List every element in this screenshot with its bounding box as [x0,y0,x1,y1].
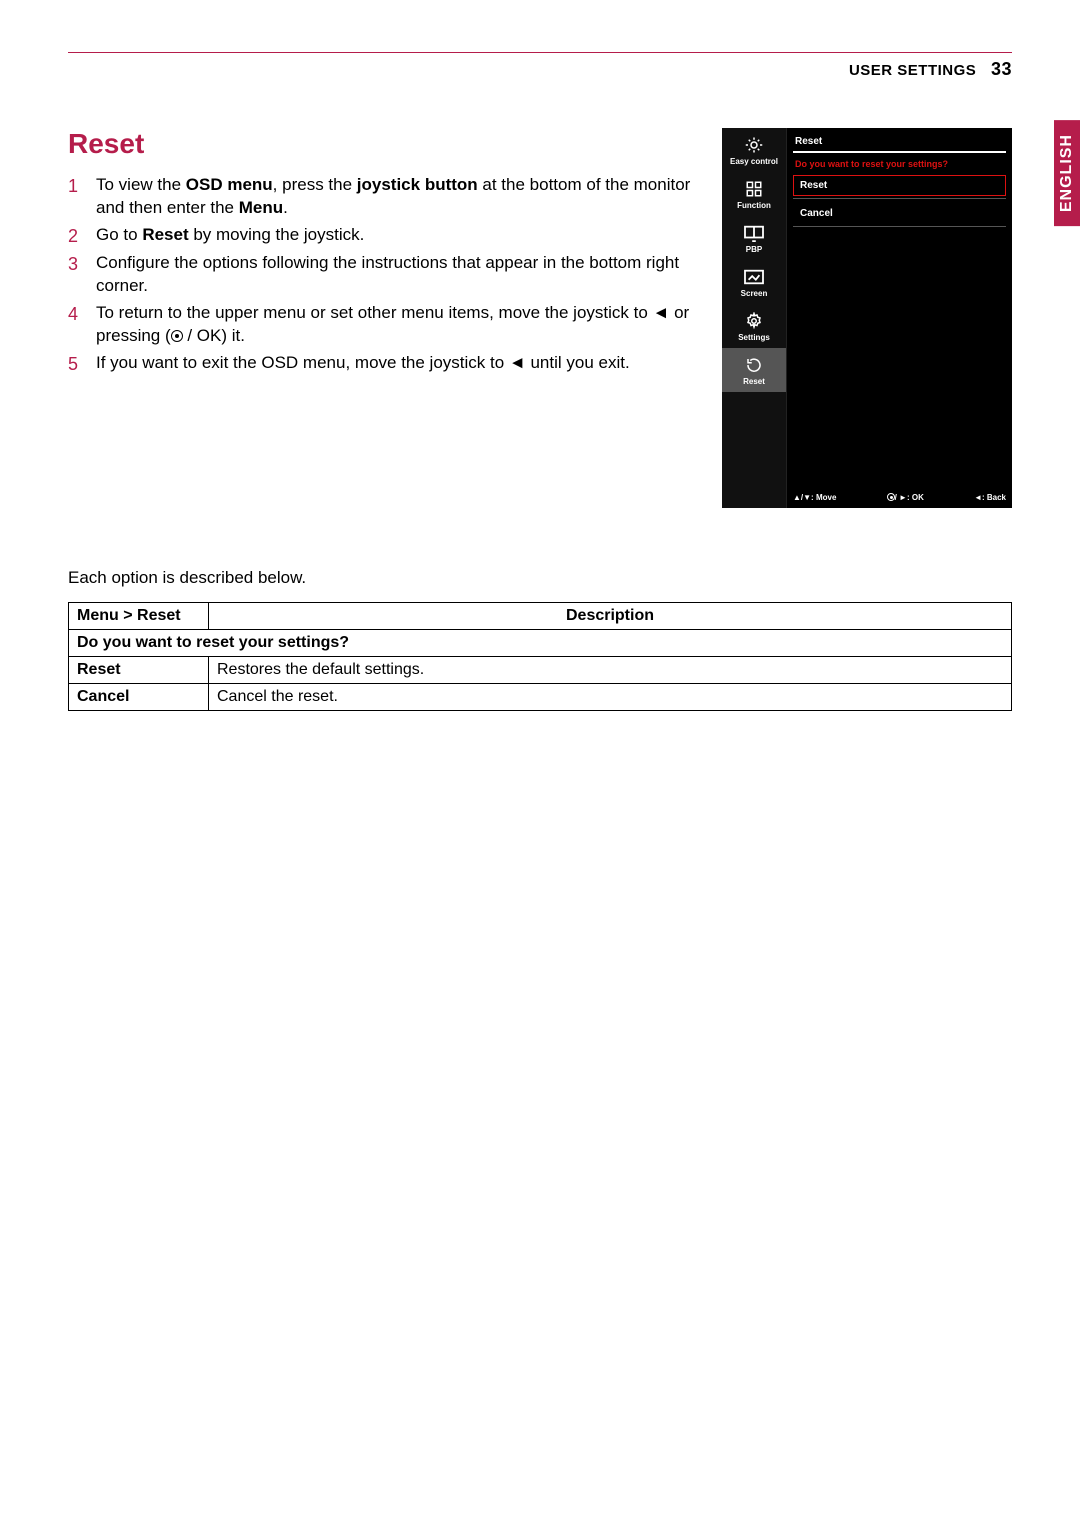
osd-footer-hints: ▲/▼: Move / ►: OK ◄: Back [793,493,1006,502]
monitor-split-icon [743,224,765,242]
step-number: 5 [68,352,82,376]
joystick-press-icon [887,493,895,501]
osd-side-settings[interactable]: Settings [722,304,786,348]
grid-icon [743,180,765,198]
osd-hint-ok: / ►: OK [887,493,924,502]
osd-hint-move: ▲/▼: Move [793,493,836,502]
option-desc: Restores the default settings. [209,657,1012,684]
left-arrow-icon: ◄ [653,303,670,322]
table-header-row: Menu > Reset Description [69,603,1012,630]
osd-option-reset[interactable]: Reset [793,175,1006,196]
left-arrow-icon: ◄ [509,353,526,372]
osd-question: Do you want to reset your settings? [793,153,1006,175]
osd-side-reset[interactable]: Reset [722,348,786,392]
step-number: 1 [68,174,82,198]
osd-separator [793,198,1006,199]
step-text: To view the OSD menu, press the joystick… [96,174,702,220]
osd-separator [793,226,1006,227]
col-menu: Menu > Reset [69,603,209,630]
step-4: 4 To return to the upper menu or set oth… [68,302,702,348]
step-5: 5 If you want to exit the OSD menu, move… [68,352,702,376]
gear-icon [743,312,765,330]
running-header: USER SETTINGS 33 [68,59,1012,80]
picture-icon [743,268,765,286]
section-name: USER SETTINGS [849,62,976,79]
osd-option-cancel[interactable]: Cancel [793,203,1006,224]
header-rule [68,52,1012,53]
col-description: Description [209,603,1012,630]
table-row: Reset Restores the default settings. [69,657,1012,684]
osd-side-function[interactable]: Function [722,172,786,216]
step-number: 4 [68,302,82,326]
osd-body: Easy control Function PBP Screen [722,128,1012,508]
table-row: Cancel Cancel the reset. [69,684,1012,711]
content-row: Reset 1 To view the OSD menu, press the … [68,128,1012,508]
joystick-press-icon [171,330,183,342]
section-title: Reset [68,128,702,160]
steps-list: 1 To view the OSD menu, press the joysti… [68,174,702,376]
osd-side-easy-control[interactable]: Easy control [722,128,786,172]
step-1: 1 To view the OSD menu, press the joysti… [68,174,702,220]
table-question: Do you want to reset your settings? [69,630,1012,657]
osd-screenshot: Easy control Function PBP Screen [722,128,1012,508]
step-number: 3 [68,252,82,276]
option-desc: Cancel the reset. [209,684,1012,711]
sliders-icon [743,136,765,154]
osd-hint-back: ◄: Back [974,493,1006,502]
option-name: Reset [69,657,209,684]
manual-page: USER SETTINGS 33 ENGLISH Reset 1 To view… [0,0,1080,1524]
osd-side-pbp[interactable]: PBP [722,216,786,260]
step-3: 3 Configure the options following the in… [68,252,702,298]
osd-main-panel: Reset Do you want to reset your settings… [786,128,1012,508]
osd-panel-title: Reset [793,128,1006,153]
page-number: 33 [991,59,1012,79]
option-name: Cancel [69,684,209,711]
table-question-row: Do you want to reset your settings? [69,630,1012,657]
options-table: Menu > Reset Description Do you want to … [68,602,1012,711]
instructions-column: Reset 1 To view the OSD menu, press the … [68,128,702,508]
step-text: If you want to exit the OSD menu, move t… [96,352,702,375]
step-text: To return to the upper menu or set other… [96,302,702,348]
step-number: 2 [68,224,82,248]
reset-icon [743,356,765,374]
language-tab: ENGLISH [1054,120,1080,226]
options-intro: Each option is described below. [68,568,1012,588]
step-2: 2 Go to Reset by moving the joystick. [68,224,702,248]
osd-sidebar: Easy control Function PBP Screen [722,128,786,508]
step-text: Go to Reset by moving the joystick. [96,224,702,247]
osd-side-screen[interactable]: Screen [722,260,786,304]
step-text: Configure the options following the inst… [96,252,702,298]
